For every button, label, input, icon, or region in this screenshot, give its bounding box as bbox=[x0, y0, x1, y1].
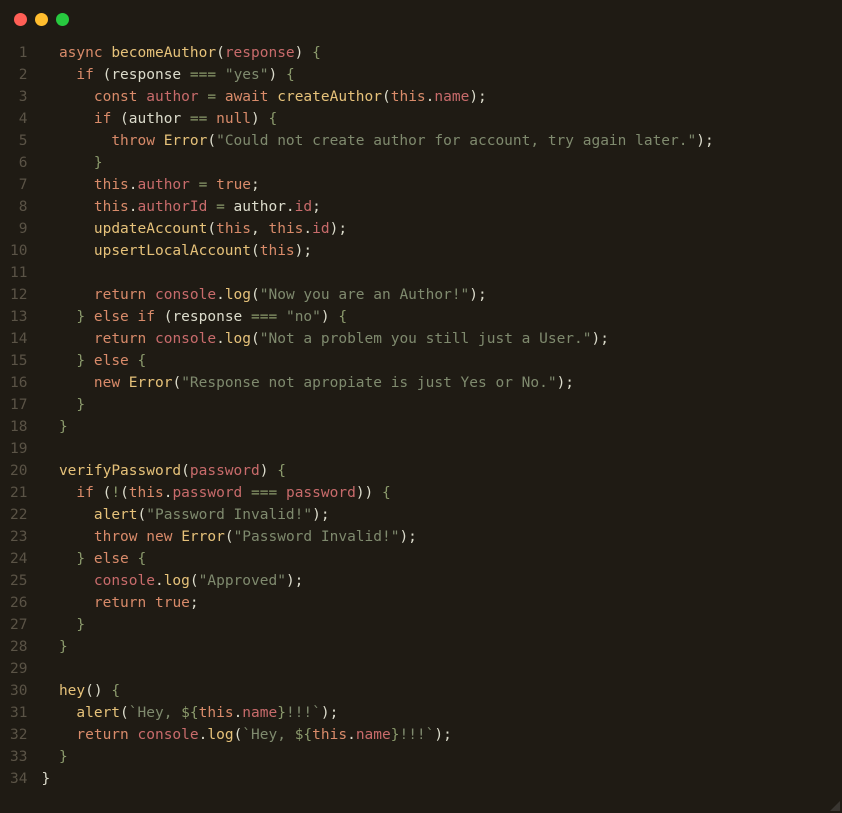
line-number: 17 bbox=[10, 394, 27, 416]
code-editor[interactable]: 1234567891011121314151617181920212223242… bbox=[0, 38, 842, 794]
titlebar bbox=[0, 0, 842, 38]
line-number: 22 bbox=[10, 504, 27, 526]
code-content[interactable]: async becomeAuthor(response) { if (respo… bbox=[41, 42, 842, 790]
code-line: return true; bbox=[41, 592, 842, 614]
line-number: 34 bbox=[10, 768, 27, 790]
code-line: } bbox=[41, 152, 842, 174]
line-number: 31 bbox=[10, 702, 27, 724]
code-line: return console.log("Now you are an Autho… bbox=[41, 284, 842, 306]
minimize-window-button[interactable] bbox=[35, 13, 48, 26]
code-line: } bbox=[41, 636, 842, 658]
line-number: 7 bbox=[10, 174, 27, 196]
code-line: new Error("Response not apropiate is jus… bbox=[41, 372, 842, 394]
line-number: 23 bbox=[10, 526, 27, 548]
code-line: throw new Error("Password Invalid!"); bbox=[41, 526, 842, 548]
line-number: 14 bbox=[10, 328, 27, 350]
code-line: this.authorId = author.id; bbox=[41, 196, 842, 218]
line-number: 21 bbox=[10, 482, 27, 504]
close-window-button[interactable] bbox=[14, 13, 27, 26]
code-line: } else { bbox=[41, 548, 842, 570]
line-number: 24 bbox=[10, 548, 27, 570]
line-number: 33 bbox=[10, 746, 27, 768]
line-number: 10 bbox=[10, 240, 27, 262]
line-number: 13 bbox=[10, 306, 27, 328]
line-number: 18 bbox=[10, 416, 27, 438]
code-line: } bbox=[41, 768, 842, 790]
code-line: alert(`Hey, ${this.name}!!!`); bbox=[41, 702, 842, 724]
code-line: hey() { bbox=[41, 680, 842, 702]
line-number: 28 bbox=[10, 636, 27, 658]
code-line: return console.log("Not a problem you st… bbox=[41, 328, 842, 350]
code-line: throw Error("Could not create author for… bbox=[41, 130, 842, 152]
code-line: if (response === "yes") { bbox=[41, 64, 842, 86]
code-line: } bbox=[41, 416, 842, 438]
line-number: 16 bbox=[10, 372, 27, 394]
code-line: this.author = true; bbox=[41, 174, 842, 196]
line-number: 25 bbox=[10, 570, 27, 592]
code-line: async becomeAuthor(response) { bbox=[41, 42, 842, 64]
line-number: 3 bbox=[10, 86, 27, 108]
code-line: } else { bbox=[41, 350, 842, 372]
code-line: } bbox=[41, 746, 842, 768]
code-line: if (!(this.password === password)) { bbox=[41, 482, 842, 504]
code-line bbox=[41, 262, 842, 284]
code-line: } bbox=[41, 614, 842, 636]
line-number: 8 bbox=[10, 196, 27, 218]
code-line: } else if (response === "no") { bbox=[41, 306, 842, 328]
resize-handle-icon[interactable] bbox=[828, 799, 840, 811]
code-line: } bbox=[41, 394, 842, 416]
line-number: 6 bbox=[10, 152, 27, 174]
line-number: 4 bbox=[10, 108, 27, 130]
line-number: 5 bbox=[10, 130, 27, 152]
code-line bbox=[41, 658, 842, 680]
code-line: alert("Password Invalid!"); bbox=[41, 504, 842, 526]
line-number: 1 bbox=[10, 42, 27, 64]
line-number: 32 bbox=[10, 724, 27, 746]
code-line: updateAccount(this, this.id); bbox=[41, 218, 842, 240]
line-number: 2 bbox=[10, 64, 27, 86]
code-line: console.log("Approved"); bbox=[41, 570, 842, 592]
line-number: 9 bbox=[10, 218, 27, 240]
code-line: upsertLocalAccount(this); bbox=[41, 240, 842, 262]
code-line: if (author == null) { bbox=[41, 108, 842, 130]
line-number: 11 bbox=[10, 262, 27, 284]
line-number: 26 bbox=[10, 592, 27, 614]
code-line: return console.log(`Hey, ${this.name}!!!… bbox=[41, 724, 842, 746]
line-number: 12 bbox=[10, 284, 27, 306]
code-line: const author = await createAuthor(this.n… bbox=[41, 86, 842, 108]
zoom-window-button[interactable] bbox=[56, 13, 69, 26]
code-line: verifyPassword(password) { bbox=[41, 460, 842, 482]
line-number: 20 bbox=[10, 460, 27, 482]
line-number: 30 bbox=[10, 680, 27, 702]
line-number: 15 bbox=[10, 350, 27, 372]
line-number: 19 bbox=[10, 438, 27, 460]
code-line bbox=[41, 438, 842, 460]
line-number: 29 bbox=[10, 658, 27, 680]
line-number-gutter: 1234567891011121314151617181920212223242… bbox=[0, 42, 41, 790]
line-number: 27 bbox=[10, 614, 27, 636]
